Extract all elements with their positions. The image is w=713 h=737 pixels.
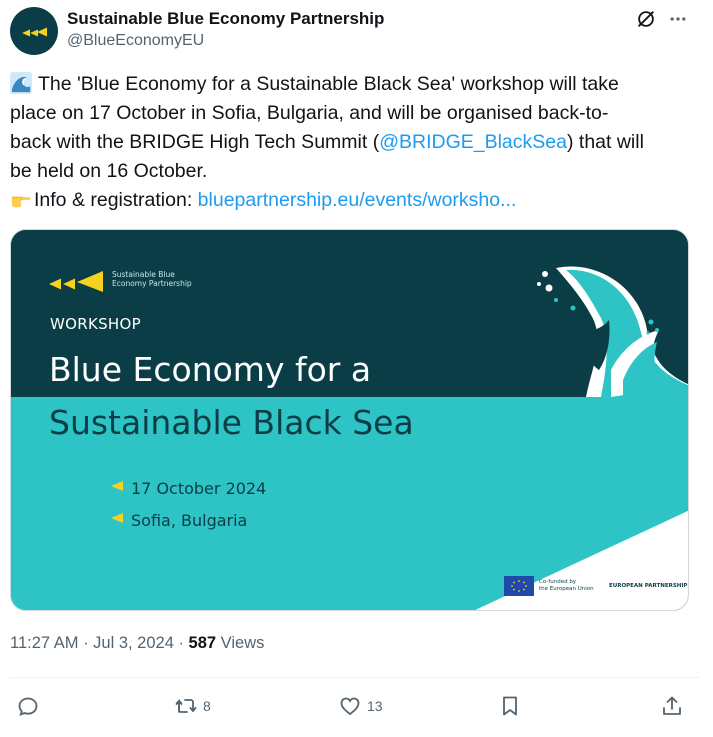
tweet-line-5: Info & registration: bluepartnership.eu/…	[10, 186, 700, 215]
tweet-line-1-text: The 'Blue Economy for a Sustainable Blac…	[38, 73, 619, 95]
media-title-line-1: Blue Economy for a	[49, 350, 372, 389]
tweet-line-1: The 'Blue Economy for a Sustainable Blac…	[10, 70, 700, 99]
tweet-line-2: place on 17 October in Sofia, Bulgaria, …	[10, 102, 609, 124]
retweet-count: 8	[203, 698, 211, 714]
views-count: 587	[188, 634, 217, 652]
tweet-text: The 'Blue Economy for a Sustainable Blac…	[10, 70, 700, 215]
retweet-icon	[175, 698, 197, 713]
tweet-line-3-pre: back with the BRIDGE High Tech Summit (	[10, 131, 380, 153]
bookmark-button[interactable]	[498, 688, 522, 724]
pointing-hand-emoji-icon	[11, 196, 31, 208]
tweet-line-4: be held on 16 October.	[10, 160, 208, 182]
tweet-line-3-post: ) that will	[566, 131, 644, 153]
author-handle[interactable]: @BlueEconomyEU	[67, 32, 204, 50]
retweet-button[interactable]: 8	[174, 688, 211, 724]
more-icon[interactable]	[667, 9, 689, 29]
info-link[interactable]: bluepartnership.eu/events/worksho...	[198, 189, 517, 211]
tweet-header: Sustainable Blue Economy Partnership @Bl…	[10, 7, 700, 57]
media-location: Sofia, Bulgaria	[131, 511, 248, 530]
media-title-line-2: Sustainable Black Sea	[49, 403, 414, 442]
heart-icon	[340, 697, 360, 716]
author-name[interactable]: Sustainable Blue Economy Partnership	[67, 9, 384, 29]
like-button[interactable]: 13	[338, 688, 383, 724]
media-logo-line-1: Sustainable Blue	[112, 270, 175, 279]
tweet-timestamp[interactable]: 11:27 AM · Jul 3, 2024 ·	[10, 634, 189, 652]
mention-link[interactable]: @BRIDGE_BlackSea	[379, 131, 567, 153]
views-label: Views	[216, 634, 265, 652]
media-logo-line-2: Economy Partnership	[112, 279, 192, 288]
reply-icon	[18, 697, 38, 717]
media-eu-line-1: Co-funded by	[539, 579, 577, 585]
avatar-logo	[22, 27, 47, 37]
info-label: Info & registration:	[34, 189, 198, 211]
share-button[interactable]	[660, 688, 684, 724]
like-count: 13	[367, 698, 383, 714]
action-bar: 8 13	[0, 688, 713, 728]
media-partnership-label: EUROPEAN PARTNERSHIP	[609, 583, 688, 589]
grok-icon[interactable]	[635, 8, 657, 30]
media-logo-text: Sustainable Blue Economy Partnership	[112, 270, 192, 288]
avatar[interactable]	[10, 7, 58, 55]
tweet-meta: 11:27 AM · Jul 3, 2024 · 587 Views	[10, 634, 264, 653]
media-eu-funding: Co-funded by the European Union	[539, 579, 594, 593]
reply-button[interactable]	[16, 688, 45, 724]
media-date: 17 October 2024	[131, 479, 267, 498]
bookmark-icon	[503, 696, 517, 716]
tweet-media-image[interactable]: Sustainable Blue Economy Partnership WOR…	[10, 229, 689, 611]
divider	[10, 677, 700, 678]
media-workshop-label: WORKSHOP	[50, 315, 141, 333]
tweet-line-3: back with the BRIDGE High Tech Summit (@…	[10, 128, 700, 157]
wave-emoji-icon	[10, 72, 32, 94]
share-icon	[663, 696, 681, 715]
media-eu-line-2: the European Union	[539, 586, 594, 592]
